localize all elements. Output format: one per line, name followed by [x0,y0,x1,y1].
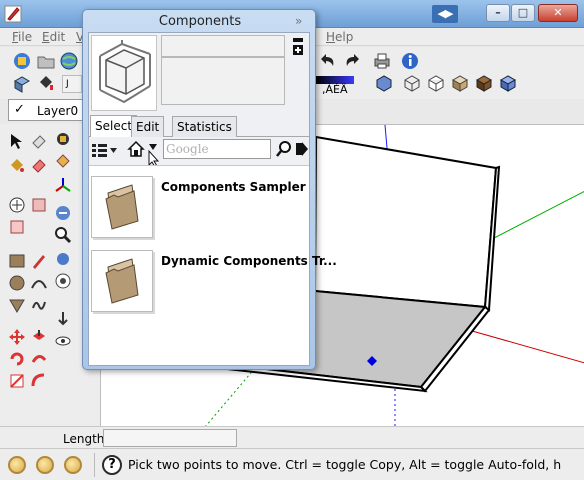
shaded-textures-icon[interactable] [474,73,494,93]
dialog-tabs: Select Edit Statistics [89,115,309,137]
user-account-icon[interactable] [64,456,82,474]
component-preview-icon [99,40,151,104]
menu-file[interactable]: File [12,30,32,44]
folder-icon [105,184,139,230]
rectangle-tool-icon[interactable] [8,252,26,270]
menu-edit[interactable]: Edit [42,30,65,44]
folder-thumbnail [91,250,153,312]
measurements-label: Length [63,432,105,446]
layer-selector[interactable]: ✓ Layer0 [8,99,90,121]
dialog-title: Components [158,14,242,29]
sandbox-tool-icon[interactable] [54,310,72,328]
components-dialog: Components » Select Edit Statistics Goog… [82,9,337,370]
globe-icon[interactable] [59,51,79,71]
tab-edit[interactable]: Edit [131,116,165,137]
print-icon[interactable] [372,51,392,71]
style-swatch[interactable]: J [62,75,82,93]
filter-row: Google [89,139,309,167]
details-arrow-icon[interactable] [291,37,305,59]
select-tool-icon[interactable] [8,132,26,150]
axes-tool-icon[interactable] [54,176,72,194]
orbit-tool-icon[interactable] [8,196,26,214]
scale-tool-icon[interactable] [8,372,26,390]
open-icon[interactable] [36,51,56,71]
maximize-button[interactable]: □ [511,4,535,22]
menu-help[interactable]: Help [326,30,353,44]
eraser-tool-icon[interactable] [30,132,48,150]
dialog-close-icon[interactable]: » [295,14,302,28]
sketchup-app-icon[interactable] [4,5,22,23]
component-preview [91,35,157,111]
status-bar: ? Pick two points to move. Ctrl = toggle… [0,448,584,480]
home-icon[interactable] [127,140,145,158]
wireframe-icon[interactable] [402,73,422,93]
hidden-line-icon[interactable] [426,73,446,93]
xray-icon[interactable] [374,73,394,93]
section-tool-icon[interactable] [8,218,26,236]
help-icon[interactable]: ? [102,455,122,475]
position-camera-icon[interactable] [54,250,72,268]
dialog-body: Select Edit Statistics Google Components… [88,32,337,366]
offset-tool-icon[interactable] [30,372,48,390]
navigation-dropdown-icon[interactable] [147,141,161,167]
measurements-bar: Length [0,426,584,448]
component-name-field[interactable] [161,35,285,57]
monochrome-icon[interactable] [498,73,518,93]
undo-icon[interactable] [318,51,338,71]
model-info-icon[interactable] [400,51,420,71]
tab-select[interactable]: Select [90,115,138,137]
push-pull-tool-icon[interactable] [30,328,48,346]
minimize-button[interactable]: – [486,4,510,22]
measurements-input[interactable] [103,429,237,447]
getting-started-icon[interactable] [12,51,32,71]
pan-tool-icon[interactable] [30,196,48,214]
folder-icon [105,258,139,304]
search-icon[interactable] [275,140,293,158]
folder-thumbnail [91,176,153,238]
polygon-tool-icon[interactable] [8,296,26,314]
list-item-label: Dynamic Components Tr... [161,254,337,268]
look-around-icon[interactable] [54,272,72,290]
layer-current-check-icon: ✓ [14,102,25,117]
shaded-icon[interactable] [450,73,470,93]
move-tool-icon[interactable] [8,328,26,346]
follow-me-tool-icon[interactable] [30,350,48,368]
status-message: Pick two points to move. Ctrl = toggle C… [128,457,562,472]
nav-arrows-icon[interactable]: ◀▶ [432,5,458,23]
eraser-alt-icon[interactable] [30,156,48,174]
paint-bucket-tool-icon[interactable] [54,152,72,170]
rotate-tool-icon[interactable] [8,350,26,368]
layer-name: Layer0 [37,104,79,118]
credits-icon[interactable] [36,456,54,474]
walk-tool-icon[interactable] [54,204,72,222]
view-options-icon[interactable] [91,141,119,159]
list-item[interactable]: Components Sampler [91,176,307,240]
status-separator [94,453,95,477]
list-item-label: Components Sampler [161,180,306,194]
paint-tool-icon[interactable] [8,156,26,174]
paint-bucket-icon[interactable] [36,73,56,93]
circle-tool-icon[interactable] [8,274,26,292]
style-label: ,ÀÉÄ [322,83,348,96]
freehand-tool-icon[interactable] [30,296,48,314]
sketchup-window: ◀▶ – □ ✕ File Edit V Help J ,ÀÉÄ ✓ Layer… [0,0,584,480]
eye-tool-icon[interactable] [54,332,72,350]
make-component-icon[interactable] [12,73,32,93]
pencil-tool-icon[interactable] [30,252,48,270]
back-wall [313,135,498,309]
list-item[interactable]: Dynamic Components Tr... [91,250,337,314]
tab-statistics[interactable]: Statistics [172,116,237,137]
component-list: Components Sampler Dynamic Components Tr… [89,165,337,365]
redo-icon[interactable] [342,51,362,71]
zoom-tool-icon[interactable] [54,226,72,244]
arc-tool-icon[interactable] [30,274,48,292]
close-button[interactable]: ✕ [538,4,578,22]
search-placeholder: Google [166,142,209,156]
details-menu-icon[interactable] [295,140,309,158]
make-component-tool-icon[interactable] [54,130,72,148]
geo-location-icon[interactable] [8,456,26,474]
component-description-field[interactable] [161,57,285,105]
search-input[interactable]: Google [163,139,271,159]
